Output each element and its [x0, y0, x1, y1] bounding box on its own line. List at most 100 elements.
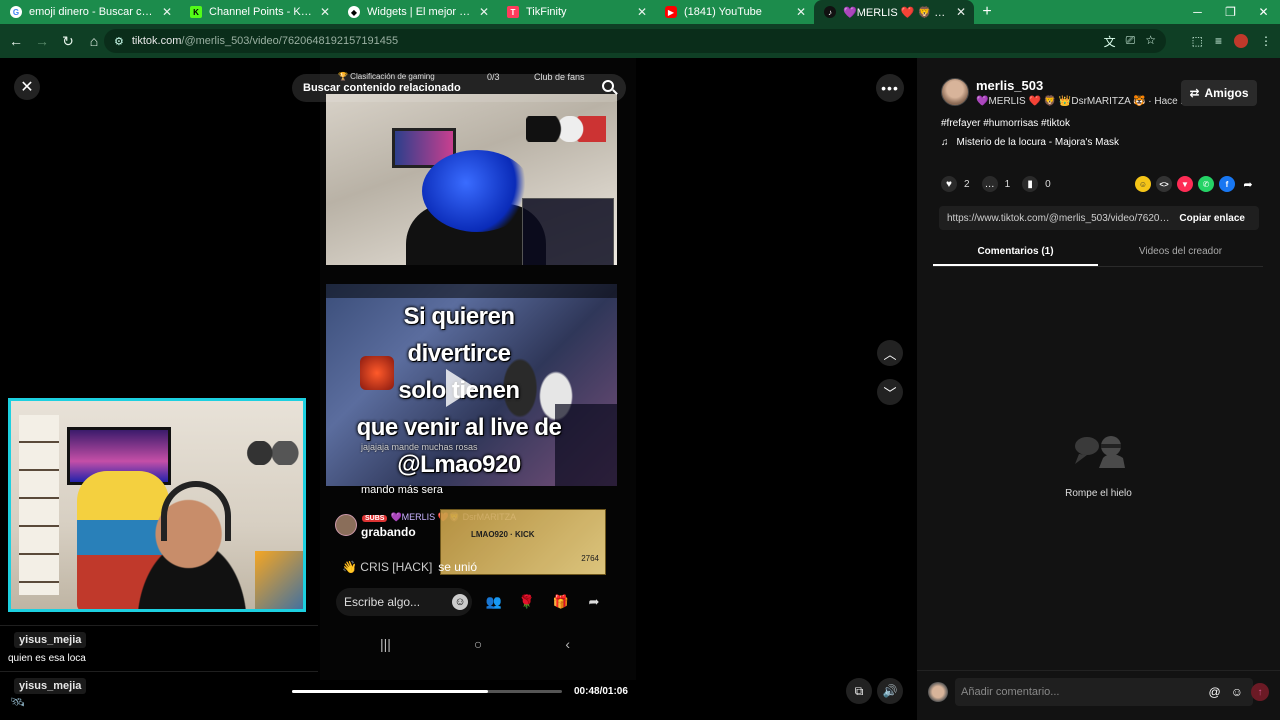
next-video-button[interactable]: ﹀: [877, 379, 903, 405]
chat-username: yisus_mejia: [14, 678, 87, 694]
chat-message: quien es esa loca: [8, 653, 86, 664]
back-icon[interactable]: ←: [4, 29, 28, 53]
friends-label: Amigos: [1204, 86, 1249, 100]
media-icon[interactable]: ≡: [1215, 34, 1222, 48]
webcam-overlay: [8, 398, 306, 612]
menu-kebab-icon[interactable]: ⋮: [1260, 34, 1272, 48]
tab-creator-videos[interactable]: Videos del creador: [1098, 242, 1263, 266]
android-nav-bar: ||| ○ ‹: [380, 634, 570, 654]
bookmark-icon: ▮: [1022, 176, 1039, 192]
facebook-icon[interactable]: f: [1219, 176, 1235, 192]
url-path: /@merlis_503/video/7620648192157191455: [181, 35, 399, 47]
close-icon[interactable]: ✕: [479, 5, 489, 19]
repost-icon[interactable]: ☺: [1135, 176, 1151, 192]
joined-text: se unió: [438, 560, 477, 574]
cast-icon[interactable]: ⎚: [1126, 33, 1136, 50]
browser-tab-kick[interactable]: K Channel Points - Kick Dashboar ✕: [180, 0, 338, 24]
browser-tab-youtube[interactable]: ▶ (1841) YouTube ✕: [655, 0, 814, 24]
profile-avatar[interactable]: [1234, 34, 1248, 48]
site-info-icon[interactable]: ⚙: [114, 35, 124, 48]
browser-tab-widgets[interactable]: ◆ Widgets | El mejor software pa ✕: [338, 0, 497, 24]
reload-icon[interactable]: ↻: [56, 29, 80, 53]
url-host: tiktok.com: [131, 35, 182, 47]
comment-stat[interactable]: … 1: [981, 176, 1010, 192]
multi-guest-icon: 👥: [485, 594, 503, 609]
close-icon[interactable]: ✕: [637, 5, 647, 19]
close-icon[interactable]: ✕: [162, 5, 172, 19]
music-title: Misterio de la locura - Majora's Mask: [956, 137, 1120, 148]
play-icon[interactable]: [446, 369, 476, 407]
tab-label: TikFinity: [526, 6, 567, 18]
video-progress-bar[interactable]: [292, 690, 562, 693]
heart-icon: ♥: [941, 176, 957, 192]
chat-avatar: [335, 514, 357, 536]
post-comment-button[interactable]: ↑: [1251, 683, 1269, 701]
share-icon[interactable]: ➦: [1240, 176, 1256, 192]
author-username[interactable]: merlis_503: [976, 78, 1043, 93]
webcam-image: [11, 401, 303, 609]
search-icon[interactable]: [602, 80, 614, 92]
forward-icon[interactable]: →: [30, 29, 54, 53]
author-nickname-time: 💜MERLIS ❤️ 🦁 👑DsrMARITZA 🐯 · Hace 2 h: [976, 96, 1195, 107]
close-icon[interactable]: ✕: [956, 5, 966, 19]
home-icon[interactable]: ⌂: [82, 29, 106, 53]
empty-comments-icon: [1075, 436, 1125, 468]
hats-image: [526, 116, 606, 142]
more-options-button[interactable]: •••: [876, 74, 904, 102]
friends-button[interactable]: ⇄ Amigos: [1181, 80, 1257, 106]
browser-tab-google[interactable]: G emoji dinero - Buscar con Goo ✕: [0, 0, 180, 24]
share-arrow-icon: ➦: [588, 594, 600, 609]
copy-link-button[interactable]: Copiar enlace: [1179, 213, 1259, 224]
save-stat[interactable]: ▮ 0: [1022, 176, 1051, 192]
send-icon[interactable]: ▼: [1177, 176, 1193, 192]
tab-label: Channel Points - Kick Dashboar: [209, 6, 314, 18]
new-tab-button[interactable]: +: [974, 0, 1000, 24]
video-hashtags[interactable]: #frefayer #humorrisas #tiktok: [941, 118, 1070, 129]
extensions-area: ⬚ ≡ ⋮: [1192, 24, 1272, 58]
tab-comments[interactable]: Comentarios (1): [933, 242, 1098, 266]
blue-hair-image: [422, 150, 532, 232]
translate-icon[interactable]: 文: [1104, 33, 1116, 50]
previous-video-button[interactable]: ︿: [877, 340, 903, 366]
music-row[interactable]: ♫ Misterio de la locura - Majora's Mask: [941, 137, 1119, 148]
close-icon[interactable]: ✕: [796, 5, 806, 19]
bookmark-star-icon[interactable]: ☆: [1145, 33, 1156, 50]
tab-label: Widgets | El mejor software pa: [367, 6, 473, 18]
google-icon: G: [10, 6, 22, 18]
extension-icon[interactable]: ⬚: [1192, 34, 1203, 48]
emoji-icon[interactable]: ☺: [1231, 685, 1243, 699]
video-link[interactable]: https://www.tiktok.com/@merlis_503/video…: [939, 213, 1171, 224]
browser-tab-tiktok[interactable]: ♪ 💜MERLIS ❤️ 🦁 🔥DsrMARITZA ✕: [814, 0, 974, 24]
comment-input[interactable]: Añadir comentario... @ ☺: [955, 678, 1253, 706]
maximize-icon[interactable]: ❐: [1214, 0, 1247, 24]
headset-image: [161, 481, 231, 541]
close-window-icon[interactable]: ✕: [1247, 0, 1280, 24]
subs-badge: SUBS: [362, 515, 388, 522]
address-bar[interactable]: ⚙ tiktok.com/@merlis_503/video/762064819…: [104, 29, 1166, 53]
minimize-icon[interactable]: ─: [1181, 0, 1214, 24]
whatsapp-icon[interactable]: ✆: [1198, 176, 1214, 192]
browser-tab-bar: G emoji dinero - Buscar con Goo ✕ K Chan…: [0, 0, 1280, 24]
volume-button[interactable]: 🔊: [877, 678, 903, 704]
live-chat-message: jajajaja mande muchas rosas: [361, 442, 478, 452]
mention-icon[interactable]: @: [1209, 685, 1221, 699]
related-search-bar[interactable]: Buscar contenido relacionado: [292, 74, 626, 102]
tab-label: 💜MERLIS ❤️ 🦁 🔥DsrMARITZA: [843, 6, 950, 19]
tab-label: emoji dinero - Buscar con Goo: [29, 6, 156, 18]
tikfinity-icon: T: [507, 6, 519, 18]
details-panel: merlis_503 💜MERLIS ❤️ 🦁 👑DsrMARITZA 🐯 · …: [917, 58, 1280, 720]
embed-icon[interactable]: <>: [1156, 176, 1172, 192]
poster-image: [255, 551, 303, 609]
browser-tab-tikfinity[interactable]: T TikFinity ✕: [497, 0, 655, 24]
close-icon[interactable]: ✕: [320, 5, 330, 19]
url-text: tiktok.com/@merlis_503/video/76206481921…: [132, 35, 398, 47]
comment-bar: Añadir comentario... @ ☺ ↑: [917, 670, 1280, 720]
author-avatar[interactable]: [941, 78, 969, 106]
caption-line: que venir al live de: [356, 414, 562, 441]
music-note-icon: ♫: [941, 137, 949, 148]
live-chat-message: mando más sera: [361, 484, 443, 496]
comment-placeholder: Añadir comentario...: [961, 686, 1060, 698]
close-video-button[interactable]: ✕: [14, 74, 40, 100]
picture-in-picture-button[interactable]: ⧉: [846, 678, 872, 704]
like-stat[interactable]: ♥ 2: [941, 176, 970, 192]
